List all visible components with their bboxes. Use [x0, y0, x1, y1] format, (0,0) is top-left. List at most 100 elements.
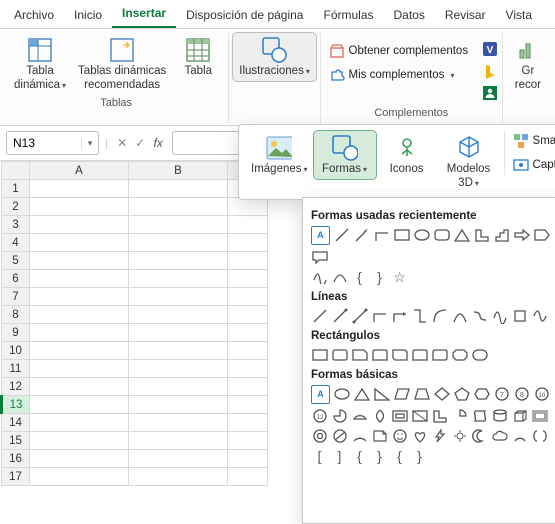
bshape-brk-r[interactable]: ]: [331, 447, 348, 464]
row-header[interactable]: 6: [2, 270, 30, 288]
illustrations-button[interactable]: Ilustraciones: [233, 33, 316, 81]
bshape-fold[interactable]: [371, 427, 388, 444]
rect-1[interactable]: [311, 346, 328, 363]
name-box-dropdown[interactable]: ▾: [81, 138, 98, 149]
line-elbow2[interactable]: [391, 307, 408, 324]
bshape-brc-single-l[interactable]: {: [391, 447, 408, 464]
row-header[interactable]: 14: [2, 414, 30, 432]
shape-textbox[interactable]: A: [311, 226, 330, 245]
row-header[interactable]: 2: [2, 198, 30, 216]
shape-brace-r[interactable]: }: [371, 268, 388, 285]
line-curve2[interactable]: [451, 307, 468, 324]
shape-arrow-right[interactable]: [513, 226, 530, 243]
bshape-noentry[interactable]: [331, 427, 348, 444]
people-icon[interactable]: [482, 85, 498, 101]
bshape-para[interactable]: [393, 385, 410, 402]
rect-9[interactable]: [471, 346, 488, 363]
bshape-arc2[interactable]: [511, 427, 528, 444]
tab-vista[interactable]: Vista: [496, 4, 542, 28]
insert-function-button[interactable]: fx: [150, 136, 166, 150]
bshape-donut[interactable]: [311, 427, 328, 444]
bshape-half[interactable]: [411, 407, 428, 424]
bshape-hex[interactable]: [473, 385, 490, 402]
line-elbow3[interactable]: [411, 307, 428, 324]
bshape-frame[interactable]: [391, 407, 408, 424]
bshape-bolt[interactable]: [431, 427, 448, 444]
shape-brace-l[interactable]: {: [351, 268, 368, 285]
models3d-button[interactable]: Modelos 3D: [438, 131, 500, 193]
line-free2[interactable]: [511, 307, 528, 324]
line-free3[interactable]: [531, 307, 548, 324]
bshape-dblbrk[interactable]: [531, 427, 548, 444]
bshape-chord[interactable]: [351, 407, 368, 424]
tab-insertar[interactable]: Insertar: [112, 2, 176, 28]
shape-callout[interactable]: [311, 248, 328, 265]
bshape-oval[interactable]: [333, 385, 350, 402]
shape-l[interactable]: [473, 226, 490, 243]
bshape-cyl[interactable]: [491, 407, 508, 424]
bshape-rtriangle[interactable]: [373, 385, 390, 402]
select-all-corner[interactable]: [2, 162, 30, 180]
bshape-moon[interactable]: [471, 427, 488, 444]
bing-icon[interactable]: [482, 63, 498, 79]
shape-star[interactable]: ☆: [391, 268, 408, 285]
shape-arrow-line[interactable]: [353, 226, 370, 243]
shape-oval[interactable]: [413, 226, 430, 243]
row-header[interactable]: 12: [2, 378, 30, 396]
rect-5[interactable]: [391, 346, 408, 363]
tab-disposicion[interactable]: Disposición de página: [176, 4, 313, 28]
rect-2[interactable]: [331, 346, 348, 363]
bshape-triangle[interactable]: [353, 385, 370, 402]
col-header-B[interactable]: B: [129, 162, 228, 180]
my-addins-button[interactable]: Mis complementos: [325, 65, 473, 85]
tab-datos[interactable]: Datos: [384, 4, 435, 28]
name-box-input[interactable]: [7, 136, 81, 150]
row-header[interactable]: 15: [2, 432, 30, 450]
rect-4[interactable]: [371, 346, 388, 363]
shape-triangle[interactable]: [453, 226, 470, 243]
tab-inicio[interactable]: Inicio: [64, 4, 112, 28]
smartart-button[interactable]: SmartArt: [509, 131, 555, 151]
col-header-A[interactable]: A: [30, 162, 129, 180]
row-header[interactable]: 17: [2, 468, 30, 486]
row-header[interactable]: 7: [2, 288, 30, 306]
pivot-table-button[interactable]: Tabla dinámica: [8, 33, 72, 95]
row-header[interactable]: 8: [2, 306, 30, 324]
row-header[interactable]: 11: [2, 360, 30, 378]
line-1[interactable]: [311, 307, 328, 324]
bshape-brc-l2[interactable]: {: [351, 447, 368, 464]
bshape-pieslice[interactable]: [451, 407, 468, 424]
recommended-pivots-button[interactable]: Tablas dinámicas recomendadas: [72, 33, 172, 95]
shape-curve[interactable]: [331, 268, 348, 285]
rect-3[interactable]: [351, 346, 368, 363]
shape-line[interactable]: [333, 226, 350, 243]
bshape-brc-r2[interactable]: }: [371, 447, 388, 464]
bshape-hept[interactable]: 7: [493, 385, 510, 402]
line-s[interactable]: [471, 307, 488, 324]
line-elbow[interactable]: [371, 307, 388, 324]
bshape-arc[interactable]: [351, 427, 368, 444]
shape-step[interactable]: [493, 226, 510, 243]
line-free1[interactable]: [491, 307, 508, 324]
row-header-selected[interactable]: 13: [2, 396, 30, 414]
bshape-pentagon[interactable]: [453, 385, 470, 402]
bshape-plaque[interactable]: [471, 407, 488, 424]
tab-archivo[interactable]: Archivo: [4, 4, 64, 28]
row-header[interactable]: 1: [2, 180, 30, 198]
row-header[interactable]: 5: [2, 252, 30, 270]
bshape-l2[interactable]: [431, 407, 448, 424]
row-header[interactable]: 16: [2, 450, 30, 468]
shape-rect[interactable]: [393, 226, 410, 243]
images-button[interactable]: Imágenes: [245, 131, 314, 179]
shape-scribble[interactable]: [311, 268, 328, 285]
rect-6[interactable]: [411, 346, 428, 363]
bshape-cloud[interactable]: [491, 427, 508, 444]
accept-formula-button[interactable]: ✓: [132, 136, 148, 150]
bshape-trap[interactable]: [413, 385, 430, 402]
bshape-pie[interactable]: [331, 407, 348, 424]
table-button[interactable]: Tabla: [172, 33, 224, 95]
get-addins-button[interactable]: Obtener complementos: [325, 41, 473, 61]
bshape-oct[interactable]: 8: [513, 385, 530, 402]
rect-8[interactable]: [451, 346, 468, 363]
line-2[interactable]: [331, 307, 348, 324]
